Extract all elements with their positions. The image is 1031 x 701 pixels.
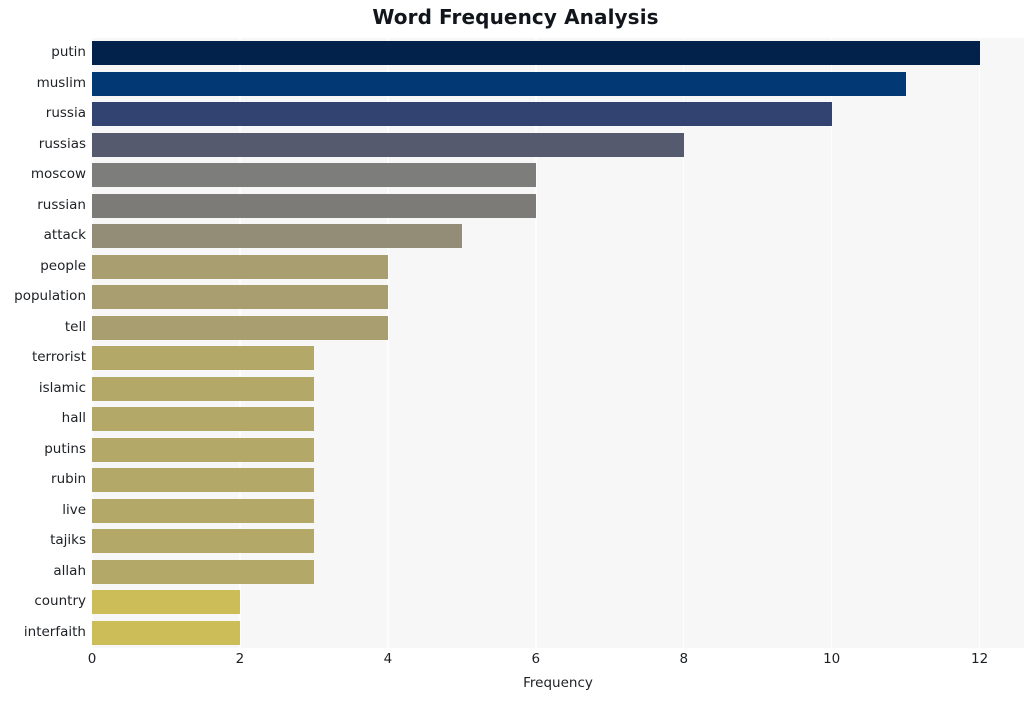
bar-row[interactable] (92, 620, 1024, 645)
bar-row[interactable] (92, 437, 1024, 462)
bar-row[interactable] (92, 132, 1024, 157)
y-tick-label-interfaith: interfaith (23, 623, 86, 640)
bar-row[interactable] (92, 529, 1024, 554)
y-tick-label-allah: allah (53, 562, 86, 579)
bar-people[interactable] (92, 254, 388, 279)
y-axis-tick-labels: putin muslim russia russias moscow russian att… (0, 38, 86, 648)
y-tick-label-russian: russian (37, 196, 86, 213)
bar-row[interactable] (92, 163, 1024, 188)
bar-putins[interactable] (92, 437, 314, 462)
x-tick-label-12: 12 (971, 651, 989, 667)
bar-row[interactable] (92, 71, 1024, 96)
bar-russia[interactable] (92, 102, 832, 127)
y-tick-label-people: people (40, 257, 86, 274)
y-tick-label-tajiks: tajiks (50, 532, 86, 549)
x-tick-label-2: 2 (235, 651, 245, 667)
x-axis-title: Frequency (523, 675, 593, 691)
bar-row[interactable] (92, 224, 1024, 249)
bar-row[interactable] (92, 468, 1024, 493)
y-tick-label-putin: putin (51, 44, 86, 61)
bar-row[interactable] (92, 254, 1024, 279)
bar-row[interactable] (92, 376, 1024, 401)
x-tick-label-8: 8 (679, 651, 689, 667)
y-tick-label-muslim: muslim (36, 74, 86, 91)
bar-muslim[interactable] (92, 71, 906, 96)
bar-row[interactable] (92, 407, 1024, 432)
bar-row[interactable] (92, 41, 1024, 66)
bar-country[interactable] (92, 590, 240, 615)
y-tick-label-russias: russias (38, 135, 86, 152)
bar-russian[interactable] (92, 193, 536, 218)
bar-row[interactable] (92, 285, 1024, 310)
bar-interfaith[interactable] (92, 620, 240, 645)
y-tick-label-moscow: moscow (30, 166, 86, 183)
y-tick-label-country: country (34, 593, 86, 610)
bar-row[interactable] (92, 315, 1024, 340)
word-frequency-chart-figure: Word Frequency Analysis putin muslim russi… (0, 0, 1031, 701)
bar-row[interactable] (92, 498, 1024, 523)
bar-attack[interactable] (92, 224, 462, 249)
y-tick-label-population: population (14, 288, 86, 305)
x-tick-label-0: 0 (87, 651, 97, 667)
bar-tell[interactable] (92, 315, 388, 340)
x-tick-label-4: 4 (383, 651, 393, 667)
bar-rubin[interactable] (92, 468, 314, 493)
x-tick-label-10: 10 (823, 651, 841, 667)
bar-row[interactable] (92, 193, 1024, 218)
bar-putin[interactable] (92, 41, 980, 66)
plot-area (91, 38, 1024, 648)
y-tick-label-terrorist: terrorist (31, 349, 86, 366)
y-tick-label-putins: putins (44, 440, 86, 457)
bar-row[interactable] (92, 559, 1024, 584)
y-tick-label-live: live (62, 501, 86, 518)
bar-live[interactable] (92, 498, 314, 523)
bar-hall[interactable] (92, 407, 314, 432)
bars-container (92, 38, 1024, 648)
x-axis-tick-labels: 0 2 4 6 8 10 12 (88, 651, 1024, 673)
y-tick-label-rubin: rubin (51, 471, 86, 488)
x-tick-label-6: 6 (531, 651, 541, 667)
bar-tajiks[interactable] (92, 529, 314, 554)
y-tick-label-russia: russia (45, 105, 86, 122)
y-tick-label-attack: attack (43, 227, 86, 244)
y-tick-label-hall: hall (61, 410, 86, 427)
bar-terrorist[interactable] (92, 346, 314, 371)
bar-allah[interactable] (92, 559, 314, 584)
bar-row[interactable] (92, 102, 1024, 127)
y-tick-label-tell: tell (64, 318, 86, 335)
bar-row[interactable] (92, 346, 1024, 371)
bar-population[interactable] (92, 285, 388, 310)
bar-islamic[interactable] (92, 376, 314, 401)
page-title: Word Frequency Analysis (372, 5, 659, 29)
bar-row[interactable] (92, 590, 1024, 615)
y-tick-label-islamic: islamic (38, 379, 86, 396)
bar-russias[interactable] (92, 132, 684, 157)
bar-moscow[interactable] (92, 163, 536, 188)
